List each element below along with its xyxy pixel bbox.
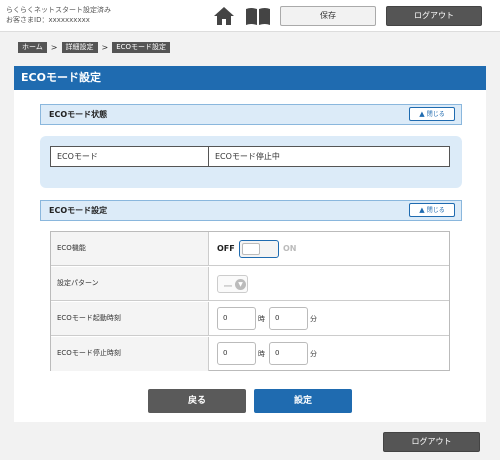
- settings-section-header: ECOモード設定 ▲ 閉じる: [40, 200, 462, 221]
- toggle-off-label: OFF: [217, 244, 235, 253]
- breadcrumb-current: ECOモード設定: [112, 42, 171, 53]
- stop-hour-unit: 時: [258, 350, 265, 358]
- status-section-header: ECOモード状態 ▲ 閉じる: [40, 104, 462, 125]
- save-button[interactable]: 保存: [280, 6, 376, 26]
- start-hour-input[interactable]: 0: [217, 307, 256, 330]
- collapse-label: 閉じる: [426, 111, 445, 118]
- eco-function-label: ECO機能: [51, 232, 209, 265]
- pattern-select[interactable]: ー ▼: [217, 275, 248, 293]
- start-minute-unit: 分: [310, 315, 317, 323]
- stop-time-label: ECOモード停止時刻: [51, 337, 209, 371]
- pattern-selected-value: ー: [223, 282, 233, 293]
- status-section-title: ECOモード状態: [49, 110, 108, 119]
- start-time-value: 0 時 0 分: [209, 302, 449, 335]
- pattern-row: 設定パターン ー ▼: [51, 267, 449, 301]
- home-icon[interactable]: [213, 6, 235, 26]
- stop-hour-input[interactable]: 0: [217, 342, 256, 365]
- breadcrumb-separator: >: [101, 43, 109, 52]
- logout-button-top[interactable]: ログアウト: [386, 6, 482, 26]
- start-time-label: ECOモード起動時刻: [51, 302, 209, 335]
- breadcrumb-advanced[interactable]: 詳細設定: [61, 42, 98, 53]
- breadcrumb: ホーム > 詳細設定 > ECOモード設定: [18, 42, 171, 53]
- status-section-collapse-button[interactable]: ▲ 閉じる: [409, 107, 455, 121]
- pattern-value: ー ▼: [209, 267, 449, 300]
- status-table: ECOモード ECOモード停止中: [50, 146, 450, 167]
- stop-time-row: ECOモード停止時刻 0 時 0 分: [51, 337, 449, 371]
- eco-function-toggle[interactable]: [239, 240, 279, 258]
- stop-minute-input[interactable]: 0: [269, 342, 308, 365]
- stop-time-value: 0 時 0 分: [209, 337, 449, 371]
- collapse-label: 閉じる: [426, 207, 445, 214]
- back-button[interactable]: 戻る: [148, 389, 246, 413]
- toggle-knob[interactable]: [242, 243, 260, 255]
- settings-section-collapse-button[interactable]: ▲ 閉じる: [409, 203, 455, 217]
- status-line-1: らくらくネットスタート設定済み: [6, 6, 111, 14]
- page-title: ECOモード設定: [14, 66, 486, 90]
- eco-mode-status-value: ECOモード停止中: [215, 152, 280, 161]
- status-text: らくらくネットスタート設定済み お客さまID：xxxxxxxxxx: [6, 5, 111, 25]
- start-hour-unit: 時: [258, 315, 265, 323]
- breadcrumb-home[interactable]: ホーム: [18, 42, 47, 53]
- stop-minute-unit: 分: [310, 350, 317, 358]
- settings-section-title: ECOモード設定: [49, 206, 108, 215]
- eco-function-value: OFF ON: [209, 232, 449, 265]
- toggle-on-label: ON: [283, 244, 297, 253]
- chevron-up-icon: ▲: [419, 206, 425, 214]
- start-time-row: ECOモード起動時刻 0 時 0 分: [51, 302, 449, 336]
- customer-id: お客さまID：xxxxxxxxxx: [6, 16, 90, 24]
- apply-button[interactable]: 設定: [254, 389, 352, 413]
- chevron-up-icon: ▲: [419, 110, 425, 118]
- book-icon[interactable]: [245, 6, 271, 26]
- eco-mode-label: ECOモード: [51, 147, 209, 166]
- chevron-down-icon: ▼: [235, 279, 246, 290]
- pattern-label: 設定パターン: [51, 267, 209, 300]
- header: らくらくネットスタート設定済み お客さまID：xxxxxxxxxx 保存 ログア…: [0, 0, 500, 32]
- start-minute-input[interactable]: 0: [269, 307, 308, 330]
- eco-function-row: ECO機能 OFF ON: [51, 232, 449, 266]
- logout-button-bottom[interactable]: ログアウト: [383, 432, 480, 452]
- settings-table: ECO機能 OFF ON 設定パターン ー ▼ ECOモード起動時刻 0 時 0…: [50, 231, 450, 371]
- breadcrumb-separator: >: [50, 43, 58, 52]
